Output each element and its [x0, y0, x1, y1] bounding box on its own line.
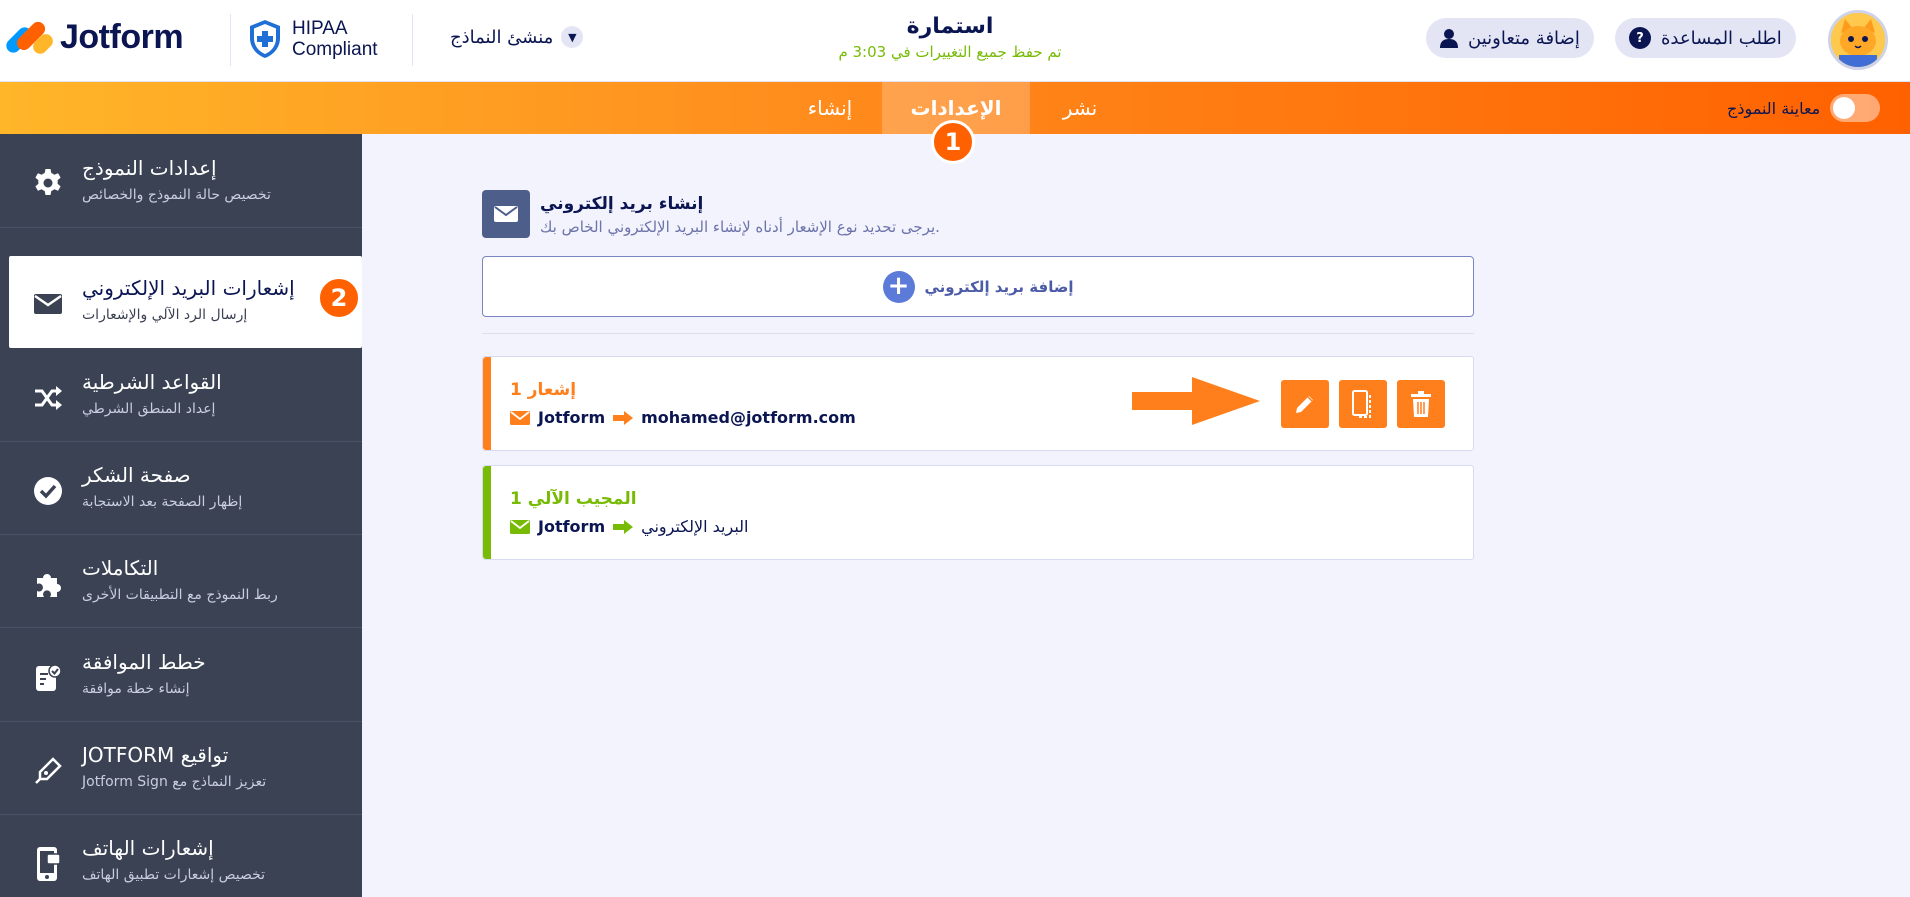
chevron-down-icon: ▼ — [561, 26, 584, 48]
phone-icon — [30, 846, 66, 882]
sidebar-item-subtitle: إظهار الصفحة بعد الاستجابة — [82, 494, 243, 510]
form-title-block: استمارة تم حفظ جميع التغييرات في 3:03 م — [830, 14, 1070, 61]
form-preview-toggle[interactable]: معاينة النموذج — [1727, 94, 1881, 122]
envelope-icon — [30, 286, 66, 322]
form-title[interactable]: استمارة — [830, 14, 1070, 39]
sidebar-item-conditions[interactable]: القواعد الشرطية إعداد المنطق الشرطي — [0, 350, 362, 442]
add-collaborators-button[interactable]: إضافة متعاونين — [1426, 18, 1594, 58]
email-recipient: البريد الإلكتروني — [641, 517, 749, 536]
create-email-title: إنشاء بريد إلكتروني — [540, 194, 704, 214]
jotform-logo[interactable]: Jotform — [3, 18, 184, 57]
cat-avatar-icon — [1831, 13, 1885, 67]
sidebar-item-subtitle: إنشاء خطة موافقة — [82, 681, 190, 697]
sidebar-item-jotform-sign[interactable]: تواقيع JOTFORM تعزيز النماذج مع Jotform … — [0, 723, 362, 815]
email-card-title: إشعار 1 — [510, 380, 577, 400]
arrow-right-icon — [613, 519, 634, 534]
email-recipient: mohamed@jotform.com — [641, 408, 856, 427]
jotform-logo-mark-icon — [3, 18, 56, 57]
pen-nib-icon — [30, 753, 66, 789]
sidebar-item-title: إشعارات البريد الإلكتروني — [82, 276, 295, 300]
sidebar-item-email-notifications[interactable]: إشعارات البريد الإلكتروني إرسال الرد الآ… — [9, 256, 362, 348]
arrow-right-icon — [613, 410, 634, 425]
sidebar-item-subtitle: ربط النموذج مع التطبيقات الأخرى — [82, 587, 278, 603]
divider — [482, 333, 1474, 334]
email-card-autoresponder[interactable]: المجيب الآلي 1 Jotform البريد الإلكتروني — [482, 465, 1474, 560]
email-card-route: Jotform البريد الإلكتروني — [510, 517, 748, 536]
clone-email-button[interactable] — [1339, 380, 1387, 428]
form-preview-label: معاينة النموذج — [1727, 98, 1821, 118]
envelope-icon — [510, 519, 530, 534]
question-icon: ? — [1629, 27, 1651, 49]
step-1-marker: 1 — [931, 120, 975, 164]
card-color-bar — [483, 357, 491, 450]
pencil-icon — [1296, 396, 1313, 413]
preview-toggle-switch[interactable] — [1830, 94, 1881, 122]
top-header: Jotform HIPAA Compliant منشئ النماذج ▼ ا… — [0, 0, 1910, 82]
sidebar-item-form-settings[interactable]: إعدادات النموذج تخصيص حالة النموذج والخص… — [0, 136, 362, 228]
approval-icon — [30, 660, 66, 696]
sidebar-item-subtitle: إرسال الرد الآلي والإشعارات — [82, 307, 248, 323]
sidebar-item-mobile-notifications[interactable]: إشعارات الهاتف تخصيص إشعارات تطبيق الهات… — [0, 816, 362, 897]
logo-text: Jotform — [60, 18, 184, 56]
tab-settings-label: الإعدادات — [910, 96, 1002, 120]
sidebar-item-approval-flows[interactable]: خطط الموافقة إنشاء خطة موافقة — [0, 630, 362, 722]
sidebar-item-title: خطط الموافقة — [82, 650, 206, 674]
email-card-title: المجيب الآلي 1 — [510, 489, 637, 509]
check-circle-icon — [30, 473, 66, 509]
sidebar-item-subtitle: إعداد المنطق الشرطي — [82, 401, 216, 417]
create-email-envelope-icon — [482, 190, 530, 238]
puzzle-icon — [30, 566, 66, 602]
sidebar-item-thank-you-page[interactable]: صفحة الشكر إظهار الصفحة بعد الاستجابة — [0, 443, 362, 535]
email-card-notification[interactable]: إشعار 1 Jotform mohamed@jotform.com — [482, 356, 1474, 451]
form-creator-label: منشئ النماذج — [450, 26, 554, 48]
hipaa-badge[interactable]: HIPAA Compliant — [248, 18, 378, 60]
gear-icon — [30, 166, 66, 202]
tab-publish[interactable]: نشر — [1030, 82, 1130, 134]
tab-publish-label: نشر — [1062, 96, 1098, 120]
plus-icon: + — [882, 270, 915, 303]
sidebar-item-subtitle: تخصيص إشعارات تطبيق الهاتف — [82, 867, 266, 883]
sidebar-item-integrations[interactable]: التكاملات ربط النموذج مع التطبيقات الأخر… — [0, 536, 362, 628]
add-email-label: إضافة بريد إلكتروني — [924, 277, 1074, 296]
add-collaborators-label: إضافة متعاونين — [1468, 27, 1580, 49]
sidebar-item-title: صفحة الشكر — [82, 463, 191, 487]
email-sender: Jotform — [538, 408, 606, 427]
sidebar-item-title: إشعارات الهاتف — [82, 836, 214, 860]
step-2-marker: 2 — [317, 276, 361, 320]
sidebar-item-title: تواقيع JOTFORM — [82, 743, 229, 767]
trash-icon — [1411, 391, 1431, 417]
email-sender: Jotform — [538, 517, 606, 536]
delete-email-button[interactable] — [1397, 380, 1445, 428]
card-color-bar — [483, 466, 491, 559]
create-email-subtitle: يرجى تحديد نوع الإشعار أدناه لإنشاء البر… — [540, 218, 940, 236]
sidebar-item-subtitle: تخصيص حالة النموذج والخصائص — [82, 187, 271, 203]
email-card-route: Jotform mohamed@jotform.com — [510, 408, 856, 427]
edit-email-button[interactable] — [1281, 380, 1329, 428]
settings-sidebar: إعدادات النموذج تخصيص حالة النموذج والخص… — [0, 134, 362, 897]
sidebar-item-title: القواعد الشرطية — [82, 370, 222, 394]
get-help-label: اطلب المساعدة — [1661, 27, 1782, 49]
envelope-icon — [510, 410, 530, 425]
get-help-button[interactable]: ? اطلب المساعدة — [1615, 18, 1796, 58]
user-icon — [1440, 29, 1458, 48]
hipaa-shield-icon — [250, 20, 280, 58]
hipaa-line2: Compliant — [292, 39, 378, 60]
form-creator-dropdown[interactable]: منشئ النماذج ▼ — [450, 26, 584, 48]
add-email-button[interactable]: + إضافة بريد إلكتروني — [482, 256, 1474, 317]
annotation-arrow-icon — [1132, 377, 1260, 425]
clone-icon — [1352, 390, 1371, 418]
user-avatar[interactable] — [1828, 10, 1888, 70]
header-divider — [230, 14, 231, 66]
sidebar-item-title: التكاملات — [82, 556, 159, 580]
sidebar-item-subtitle: تعزيز النماذج مع Jotform Sign — [82, 774, 267, 790]
shuffle-icon — [30, 380, 66, 416]
tab-build[interactable]: إنشاء — [780, 82, 880, 134]
saved-status: تم حفظ جميع التغييرات في 3:03 م — [838, 43, 1062, 61]
hipaa-line1: HIPAA — [292, 18, 348, 39]
header-divider — [412, 14, 413, 66]
sidebar-item-title: إعدادات النموذج — [82, 156, 217, 180]
tab-build-label: إنشاء — [807, 96, 853, 120]
